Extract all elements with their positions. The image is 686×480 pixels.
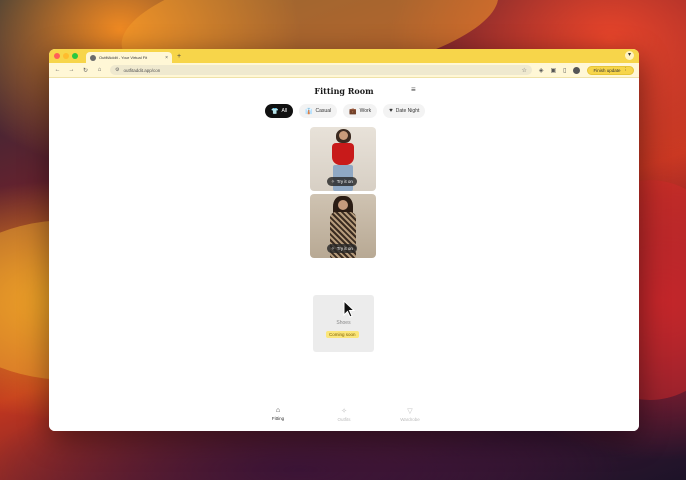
filter-chip-all[interactable]: 👕 All: [265, 104, 294, 118]
model-face: [338, 200, 348, 210]
close-window-button[interactable]: [54, 53, 60, 59]
tab-title: OutfitAddit - Your Virtual Fit: [99, 55, 148, 60]
magic-wand-icon: ✧: [341, 408, 347, 415]
filter-chip-work[interactable]: 💼 Work: [343, 104, 378, 118]
nav-label: Outfits: [337, 417, 351, 422]
filter-chip-date-night[interactable]: ♥ Date Night: [383, 104, 426, 118]
chip-label: Work: [359, 108, 372, 114]
magic-wand-icon: ✧: [331, 178, 335, 184]
browser-toolbar: ← → ↻ ⌂ ⚙ outfitaddit.app/con ☆ ◈ ▣ ▯ Fi…: [49, 63, 639, 78]
window-controls: [54, 53, 78, 59]
browser-tab[interactable]: OutfitAddit - Your Virtual Fit ×: [86, 52, 172, 63]
page-title: Fitting Room: [314, 86, 374, 96]
outfit-card[interactable]: ✧ Try it on: [310, 194, 376, 258]
try-on-button[interactable]: ✧ Try it on: [327, 177, 357, 186]
site-info-icon[interactable]: ⚙: [115, 67, 119, 73]
red-top-garment: [332, 143, 354, 165]
address-bar[interactable]: ⚙ outfitaddit.app/con ☆: [110, 65, 532, 75]
bookmark-star-icon[interactable]: ☆: [521, 67, 526, 74]
tab-bar: OutfitAddit - Your Virtual Fit × + ▾: [49, 49, 639, 63]
hanger-icon: ⌂: [275, 407, 281, 414]
minimize-window-button[interactable]: [63, 53, 69, 59]
try-on-label: Try it on: [336, 179, 353, 184]
finish-update-label: Finish update: [593, 67, 621, 73]
browser-window: OutfitAddit - Your Virtual Fit × + ▾ ← →…: [49, 49, 639, 431]
briefcase-icon: 💼: [349, 108, 357, 115]
nav-item-wardrobe[interactable]: ▽ Wardrobe: [395, 407, 425, 429]
tab-search-icon[interactable]: ▾: [625, 51, 634, 60]
reload-icon[interactable]: ↻: [82, 67, 89, 74]
nav-label: Fitting: [271, 416, 285, 421]
mouse-cursor-icon: [343, 300, 355, 318]
chip-label: All: [281, 108, 288, 114]
puzzle-icon[interactable]: ▣: [550, 67, 556, 74]
app-page: Fitting Room ≡ 👕 All 👔 Casual 💼 Work ♥ D…: [49, 78, 639, 431]
outfit-card[interactable]: ✧ Try it on: [310, 127, 376, 191]
sidebar-icon[interactable]: ▯: [563, 67, 566, 74]
finish-update-button[interactable]: Finish update ⋮: [587, 65, 634, 75]
chip-label: Casual: [315, 108, 332, 114]
favicon-icon: [90, 54, 96, 61]
model-face: [339, 131, 348, 140]
profile-avatar[interactable]: [573, 66, 581, 74]
coming-soon-badge: Coming soon: [326, 331, 359, 338]
menu-icon[interactable]: ≡: [411, 85, 416, 94]
chip-label: Date Night: [395, 108, 420, 114]
magic-wand-icon: ✧: [331, 245, 335, 251]
heart-icon: ♥: [389, 108, 393, 114]
close-tab-icon[interactable]: ×: [165, 55, 168, 61]
forward-icon[interactable]: →: [68, 67, 75, 73]
url-text[interactable]: outfitaddit.app/con: [123, 68, 517, 73]
try-on-button[interactable]: ✧ Try it on: [327, 244, 357, 253]
tshirt-icon: 👕: [271, 108, 279, 115]
nav-label: Wardrobe: [400, 417, 420, 422]
home-icon[interactable]: ⌂: [96, 67, 103, 73]
try-on-label: Try it on: [336, 246, 353, 251]
extension-icon[interactable]: ◈: [539, 67, 544, 74]
zoom-window-button[interactable]: [72, 53, 78, 59]
filter-chip-casual[interactable]: 👔 Casual: [299, 104, 338, 118]
shirt-icon: 👔: [305, 108, 313, 115]
more-menu-icon[interactable]: ⋮: [624, 67, 629, 73]
category-label: Shoes: [336, 320, 351, 326]
new-tab-button[interactable]: +: [177, 53, 181, 60]
nav-item-outfits[interactable]: ✧ Outfits: [329, 407, 359, 429]
bottom-navigation: ⌂ Fitting ✧ Outfits ▽ Wardrobe: [49, 407, 639, 429]
nav-item-fitting[interactable]: ⌂ Fitting: [263, 407, 293, 429]
bag-icon: ▽: [407, 408, 413, 415]
filter-chips: 👕 All 👔 Casual 💼 Work ♥ Date Night: [265, 104, 426, 118]
back-icon[interactable]: ←: [54, 67, 61, 73]
